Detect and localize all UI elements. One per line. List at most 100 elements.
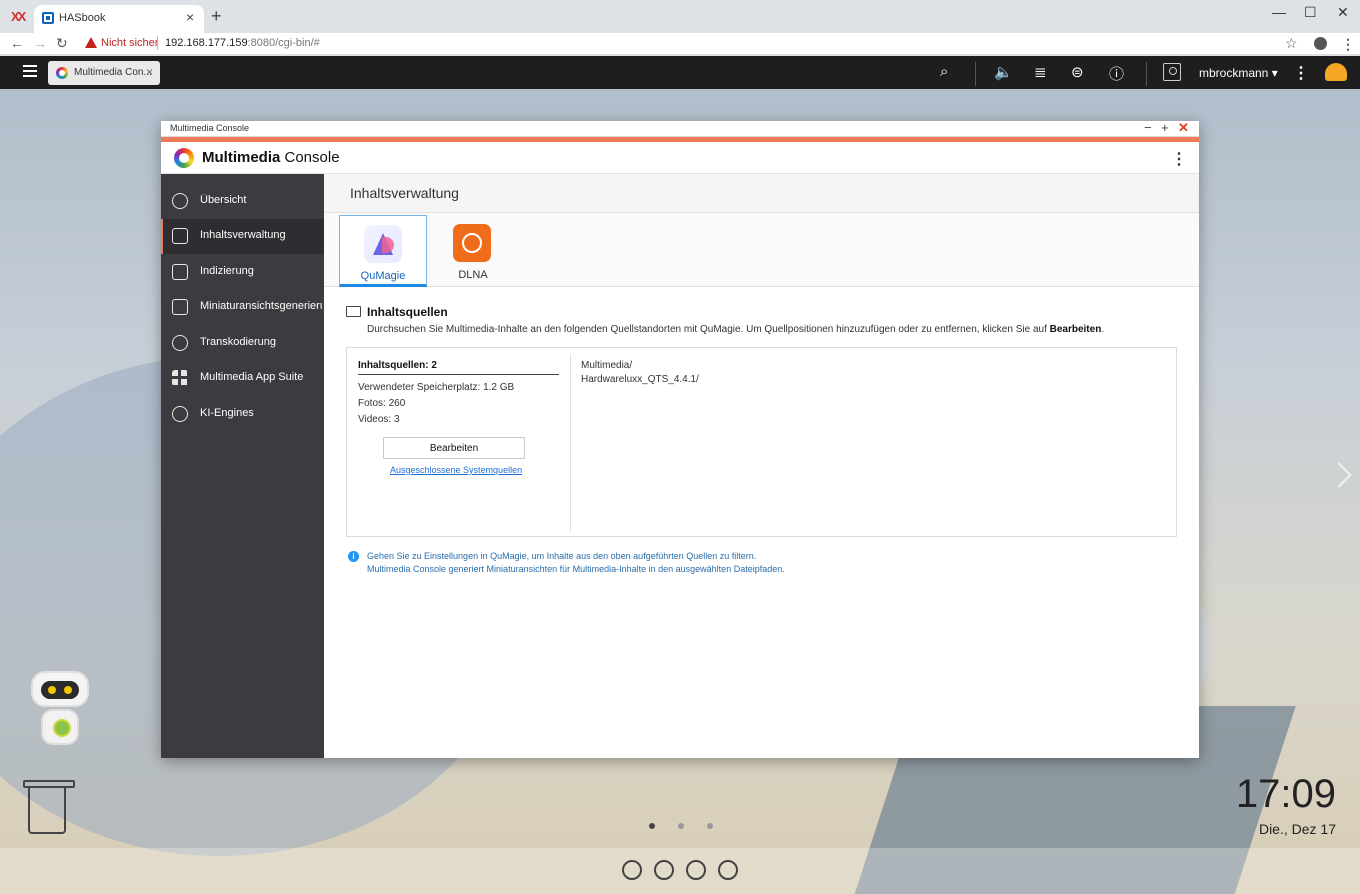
multimedia-console-icon bbox=[56, 67, 68, 79]
window-titlebar[interactable]: Multimedia Console − + ✕ bbox=[161, 120, 1199, 137]
sidebar-item-transcoding[interactable]: Transkodierung bbox=[161, 326, 324, 361]
bookmark-star-icon[interactable]: ☆ bbox=[1285, 35, 1298, 52]
app-name-bold: Multimedia bbox=[202, 149, 281, 166]
external-devices-icon[interactable]: ⊜ bbox=[1071, 63, 1084, 81]
cloud-icon[interactable] bbox=[622, 860, 642, 880]
sidebar-item-label: Inhaltsverwaltung bbox=[200, 229, 286, 241]
qts-app-tab-title: Multimedia Con... bbox=[74, 67, 152, 78]
dashboard-gauge-icon[interactable] bbox=[1325, 63, 1347, 81]
photo-count: Fotos: 260 bbox=[358, 398, 406, 409]
sidebar-item-ai-engines[interactable]: KI-Engines bbox=[161, 397, 324, 432]
main-content: Inhaltsverwaltung QuMagie DLNA Inhaltsqu… bbox=[324, 174, 1199, 758]
robot-head bbox=[31, 671, 89, 707]
section-description: Durchsuchen Sie Multimedia-Inhalte an de… bbox=[367, 324, 1104, 335]
notifications-info-icon[interactable]: ⓘ bbox=[1109, 63, 1124, 84]
app-tabs: QuMagie DLNA bbox=[324, 213, 1199, 287]
qboost-robot-icon[interactable] bbox=[23, 671, 99, 761]
window-close-icon[interactable]: ✕ bbox=[1178, 120, 1189, 136]
qts-desktop: Multimedia Con... × ⌕ 🔈 ≣ ⊜ ⓘ mbrockmann… bbox=[0, 56, 1360, 894]
ai-engine-icon bbox=[172, 406, 188, 422]
page-dot[interactable] bbox=[707, 823, 713, 829]
section-description-bold: Bearbeiten bbox=[1049, 324, 1102, 335]
maximize-icon[interactable]: ☐ bbox=[1304, 4, 1317, 21]
background-tasks-icon[interactable]: ≣ bbox=[1034, 63, 1047, 81]
sidebar-item-content-management[interactable]: Inhaltsverwaltung bbox=[161, 219, 324, 254]
sidebar-item-thumbnail-generation[interactable]: Miniaturansichtsgenerieru... bbox=[161, 290, 324, 325]
profile-icon[interactable] bbox=[1314, 37, 1327, 50]
window-maximize-icon[interactable]: + bbox=[1161, 120, 1169, 135]
user-menu[interactable]: mbrockmann ▾ bbox=[1199, 66, 1278, 80]
reload-icon[interactable]: ↻ bbox=[56, 35, 68, 52]
storage-used: Verwendeter Speicherplatz: 1.2 GB bbox=[358, 382, 515, 393]
robot-eye bbox=[48, 686, 56, 694]
user-avatar-icon[interactable] bbox=[1163, 63, 1181, 81]
sidebar-item-overview[interactable]: Übersicht bbox=[161, 184, 324, 219]
notes-icon[interactable] bbox=[718, 860, 738, 880]
tab-label: QuMagie bbox=[360, 270, 406, 282]
forward-icon[interactable]: → bbox=[33, 35, 47, 51]
url-field[interactable]: 192.168.177.159:8080/cgi-bin/# bbox=[165, 37, 320, 49]
url-divider bbox=[157, 36, 158, 50]
info-text: Gehen Sie zu Einstellungen in QuMagie, u… bbox=[367, 551, 757, 561]
app-menu-icon[interactable]: ⋮ bbox=[1171, 149, 1187, 169]
new-tab-icon[interactable]: + bbox=[211, 6, 222, 27]
tab-close-icon[interactable]: × bbox=[186, 9, 194, 25]
qts-tab-close-icon[interactable]: × bbox=[146, 65, 153, 79]
trash-icon[interactable] bbox=[23, 780, 75, 834]
sidebar-item-label: Transkodierung bbox=[200, 336, 277, 348]
page-dot[interactable] bbox=[649, 823, 655, 829]
manual-icon[interactable] bbox=[686, 860, 706, 880]
browser-logo-icon[interactable]: XX bbox=[11, 9, 27, 25]
main-menu-icon[interactable] bbox=[23, 65, 37, 77]
video-count: Videos: 3 bbox=[358, 414, 400, 425]
security-warning[interactable]: Nicht sicher bbox=[101, 37, 158, 49]
window-minimize-icon[interactable]: − bbox=[1144, 120, 1152, 135]
minimize-icon[interactable]: — bbox=[1272, 4, 1286, 20]
more-options-icon[interactable]: ⋮ bbox=[1293, 63, 1309, 83]
tab-favicon-icon bbox=[42, 12, 54, 24]
browser-tabbar: XX HASbook × + — ☐ ✕ bbox=[0, 0, 1360, 33]
sidebar-item-app-suite[interactable]: Multimedia App Suite bbox=[161, 361, 324, 396]
page-dot[interactable] bbox=[678, 823, 684, 829]
transcode-icon bbox=[172, 335, 188, 351]
browser-menu-icon[interactable]: ⋮ bbox=[1341, 36, 1355, 53]
section-description-text: Durchsuchen Sie Multimedia-Inhalte an de… bbox=[367, 324, 1050, 335]
edit-button[interactable]: Bearbeiten bbox=[383, 437, 525, 459]
window-title: Multimedia Console bbox=[170, 123, 250, 133]
volume-icon[interactable]: 🔈 bbox=[994, 63, 1013, 81]
address-bar: ← → ↻ Nicht sicher 192.168.177.159:8080/… bbox=[0, 33, 1360, 55]
desktop-clock: 17:09 bbox=[1235, 772, 1336, 816]
app-name: Multimedia Console bbox=[202, 149, 340, 166]
sidebar: Übersicht Inhaltsverwaltung Indizierung … bbox=[161, 174, 324, 758]
tools-icon[interactable] bbox=[654, 860, 674, 880]
apps-grid-icon bbox=[172, 370, 188, 386]
divider bbox=[975, 62, 976, 86]
robot-eye bbox=[64, 686, 72, 694]
qts-app-tab[interactable]: Multimedia Con... × bbox=[48, 61, 160, 85]
sidebar-item-indexing[interactable]: Indizierung bbox=[161, 255, 324, 290]
section-title: Inhaltsquellen bbox=[367, 305, 448, 319]
qts-taskbar: Multimedia Con... × ⌕ 🔈 ≣ ⊜ ⓘ mbrockmann… bbox=[0, 56, 1360, 89]
next-page-arrow-icon[interactable] bbox=[1326, 462, 1352, 488]
sidebar-item-label: Multimedia App Suite bbox=[200, 371, 304, 383]
page-title: Inhaltsverwaltung bbox=[350, 185, 459, 201]
window-close-icon[interactable]: ✕ bbox=[1337, 4, 1349, 21]
clipboard-icon bbox=[172, 264, 188, 280]
qumagie-logo-icon bbox=[364, 225, 402, 263]
tab-label: DLNA bbox=[458, 269, 488, 281]
section-description-end: . bbox=[1101, 324, 1105, 335]
back-icon[interactable]: ← bbox=[10, 35, 24, 51]
sidebar-item-label: Übersicht bbox=[200, 194, 247, 206]
tab-qumagie[interactable]: QuMagie bbox=[339, 215, 427, 287]
source-path: Hardwareluxx_QTS_4.4.1/ bbox=[581, 374, 699, 385]
excluded-sources-link[interactable]: Ausgeschlossene Systemquellen bbox=[390, 465, 522, 475]
search-icon[interactable]: ⌕ bbox=[940, 63, 948, 80]
divider bbox=[1146, 62, 1147, 86]
browser-tab-title: HASbook bbox=[59, 12, 106, 24]
sidebar-item-label: KI-Engines bbox=[200, 407, 254, 419]
image-icon bbox=[172, 299, 188, 315]
sidebar-item-label: Miniaturansichtsgenerieru... bbox=[200, 300, 322, 312]
tab-dlna[interactable]: DLNA bbox=[429, 215, 517, 287]
browser-tab[interactable]: HASbook × bbox=[34, 5, 204, 33]
multimedia-console-logo-icon bbox=[174, 148, 194, 168]
